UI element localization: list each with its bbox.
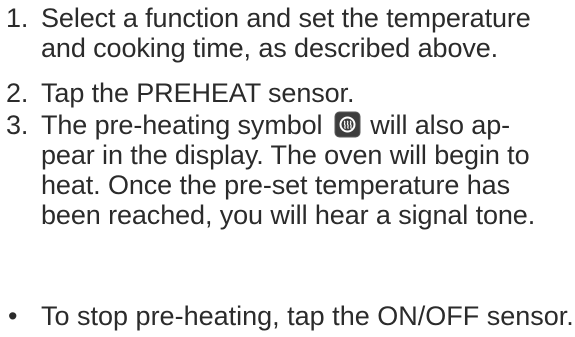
- step-text-before-symbol: The pre-heating symbol: [41, 110, 330, 140]
- step-number: 2.: [6, 78, 29, 108]
- bullet-item: • To stop pre-heating, tap the ON/OFF se…: [0, 301, 575, 331]
- instruction-document: 1. Select a function and set the tempera…: [0, 0, 575, 337]
- bullet-marker: •: [8, 301, 18, 331]
- step-2: 2. Tap the PREHEAT sensor.: [0, 78, 560, 108]
- step-text-after-symbol: will also ap-: [362, 110, 511, 140]
- step-text-line: Select a function and set the temperatur…: [41, 3, 531, 33]
- step-3: 3. The pre-heating symbol will also ap- …: [0, 110, 560, 230]
- bullet-text: To stop pre-heating, tap the ON/OFF sens…: [41, 301, 574, 331]
- step-text-line: pear in the display. The oven will begin…: [41, 140, 530, 170]
- step-text-line: heat. Once the pre-set temperature has: [41, 170, 510, 200]
- step-text-line-with-symbol: The pre-heating symbol will also ap-: [0, 110, 560, 140]
- preheat-symbol-icon: [334, 111, 361, 138]
- step-number: 1.: [6, 3, 29, 33]
- step-text-line: been reached, you will hear a signal ton…: [41, 200, 536, 230]
- step-number: 3.: [6, 110, 29, 140]
- step-text-line: and cooking time, as described above.: [41, 33, 499, 63]
- step-1: 1. Select a function and set the tempera…: [0, 3, 560, 63]
- step-text-line: Tap the PREHEAT sensor.: [41, 78, 355, 108]
